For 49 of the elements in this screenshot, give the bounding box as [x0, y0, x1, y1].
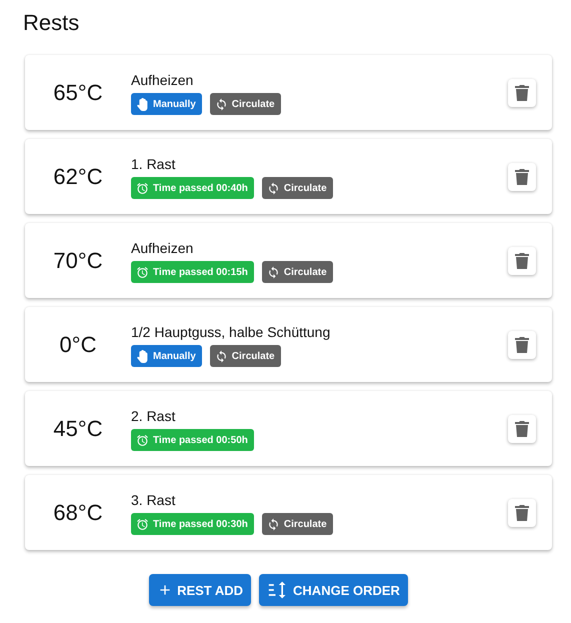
delete-button[interactable] — [508, 330, 536, 358]
temperature: 45°C — [52, 416, 104, 442]
alarm-clock-icon — [136, 434, 149, 446]
delete-button[interactable] — [508, 498, 536, 526]
status-chip: Circulate — [262, 177, 333, 199]
hand-icon — [136, 98, 149, 110]
status-chip: Circulate — [210, 93, 281, 115]
refresh-icon — [266, 266, 280, 278]
trash-icon — [514, 504, 530, 522]
add-rest-button[interactable]: REST ADD — [149, 574, 252, 606]
trash-icon — [514, 252, 530, 270]
refresh-icon — [266, 182, 280, 194]
refresh-icon — [214, 350, 228, 362]
alarm-clock-icon — [136, 182, 149, 194]
rest-name: 1. Rast — [131, 156, 176, 172]
trash-icon — [514, 336, 530, 354]
hand-icon — [136, 350, 149, 362]
status-chip: Time passed 00:40h — [131, 177, 254, 199]
rest-name: Aufheizen — [131, 240, 194, 256]
temperature: 62°C — [52, 164, 104, 190]
delete-button[interactable] — [508, 78, 536, 106]
status-chip: Manually — [131, 345, 202, 367]
status-chip: Circulate — [262, 261, 333, 283]
refresh-icon — [214, 98, 228, 110]
trash-icon — [514, 420, 530, 438]
status-chip: Time passed 00:50h — [131, 429, 254, 451]
change-order-button[interactable]: CHANGE ORDER — [259, 574, 408, 606]
rest-name: 1/2 Hauptguss, halbe Schüttung — [131, 324, 332, 340]
temperature: 0°C — [58, 332, 98, 358]
delete-button[interactable] — [508, 246, 536, 274]
page-title: Rests — [23, 10, 80, 36]
status-chip: Time passed 00:30h — [131, 513, 254, 535]
temperature: 70°C — [52, 248, 104, 274]
rest-name: 2. Rast — [131, 408, 176, 424]
delete-button[interactable] — [508, 162, 536, 190]
temperature: 65°C — [52, 80, 104, 106]
rest-name: Aufheizen — [131, 72, 194, 88]
delete-button[interactable] — [508, 414, 536, 442]
refresh-icon — [266, 518, 280, 530]
trash-icon — [514, 84, 530, 102]
alarm-clock-icon — [136, 266, 149, 278]
status-chip: Time passed 00:15h — [131, 261, 254, 283]
status-chip: Circulate — [262, 513, 333, 535]
status-chip: Circulate — [210, 345, 281, 367]
trash-icon — [514, 168, 530, 186]
temperature: 68°C — [52, 500, 104, 526]
alarm-clock-icon — [136, 518, 149, 530]
rest-name: 3. Rast — [131, 492, 176, 508]
status-chip: Manually — [131, 93, 202, 115]
